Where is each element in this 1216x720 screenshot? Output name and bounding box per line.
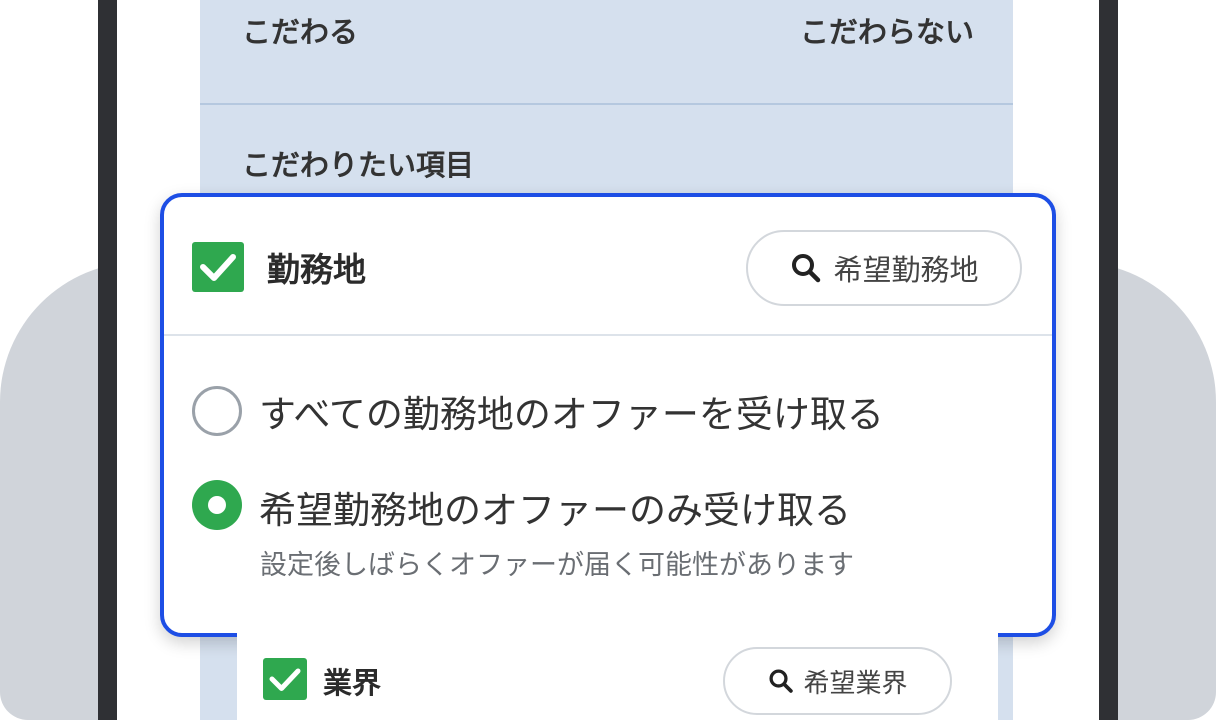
- search-icon: [769, 669, 794, 693]
- preference-toggle-row: こだわる こだわらない: [242, 8, 974, 52]
- search-icon: [792, 254, 821, 283]
- industry-search-button[interactable]: 希望業界: [723, 647, 952, 715]
- option-all-locations-label[interactable]: すべての勤務地のオファーを受け取る: [259, 384, 884, 438]
- checkmark-icon: [269, 668, 301, 691]
- radio-all-locations[interactable]: [192, 386, 242, 436]
- preference-right-label[interactable]: こだわらない: [800, 9, 974, 51]
- section-title: こだわりたい項目: [242, 148, 475, 182]
- industry-title: 業界: [323, 666, 382, 700]
- work-location-checkbox[interactable]: [192, 242, 244, 292]
- option-preferred-locations-note: 設定後しばらくオファーが届く可能性があります: [260, 550, 854, 581]
- preference-left-label[interactable]: こだわる: [242, 9, 358, 51]
- divider: [200, 103, 1013, 105]
- radio-preferred-locations[interactable]: [192, 480, 242, 530]
- industry-search-label: 希望業界: [803, 668, 908, 699]
- work-location-search-label: 希望勤務地: [833, 253, 979, 287]
- work-location-card: 勤務地 希望勤務地 すべての勤務地のオファーを受け取る 希望勤務地のオファーのみ…: [160, 193, 1056, 637]
- industry-checkbox[interactable]: [263, 658, 307, 700]
- work-location-header: 勤務地 希望勤務地: [164, 197, 1052, 336]
- checkmark-icon: [200, 254, 236, 281]
- option-preferred-locations-label[interactable]: 希望勤務地のオファーのみ受け取る: [259, 480, 851, 534]
- work-location-title: 勤務地: [267, 250, 366, 289]
- work-location-search-button[interactable]: 希望勤務地: [746, 230, 1022, 306]
